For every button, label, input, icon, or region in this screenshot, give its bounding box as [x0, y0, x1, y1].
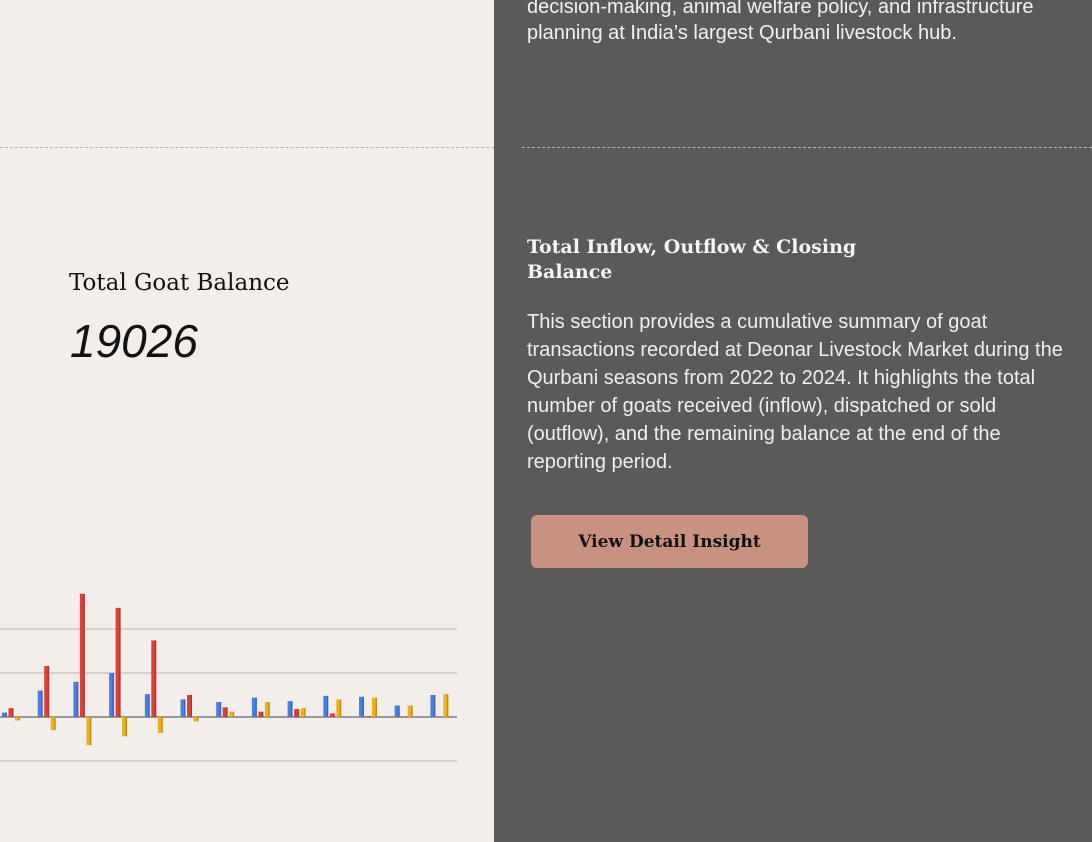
- chart-bar: [44, 665, 50, 717]
- chart-bar: [443, 694, 449, 717]
- chart-bar: [372, 697, 377, 717]
- chart-bar: [264, 702, 270, 717]
- chart-bar: [222, 707, 228, 717]
- chart-bar: [37, 690, 43, 717]
- chart-bar: [109, 673, 115, 717]
- chart-bar: [294, 709, 300, 717]
- chart-bar: [216, 702, 222, 717]
- stats-panel: Total Goat Balance 19026: [0, 0, 494, 842]
- section-description: This section provides a cumulative summa…: [527, 311, 1063, 473]
- view-detail-insight-button[interactable]: View Detail Insight: [531, 515, 808, 568]
- chart-bar: [430, 695, 436, 717]
- chart-bar: [323, 695, 329, 717]
- chart-bar: [407, 705, 413, 717]
- chart-bar: [359, 696, 364, 717]
- intro-text: decision-making, animal welfare policy, …: [527, 0, 1034, 44]
- chart-bar: [187, 695, 192, 717]
- chart-bar: [79, 593, 85, 717]
- section-divider: [0, 147, 494, 148]
- section-title: Total Inflow, Outflow & Closing Balance: [527, 236, 857, 283]
- stat-value: 19026: [70, 315, 198, 367]
- chart-bar: [329, 713, 335, 717]
- balance-bar-chart: [0, 593, 457, 762]
- chart-bar: [401, 717, 407, 718]
- chart-bar: [50, 717, 56, 731]
- chart-bar: [193, 717, 199, 722]
- chart-bar: [8, 708, 14, 717]
- chart-bar: [436, 717, 442, 718]
- chart-bar: [287, 701, 293, 717]
- chart-bar: [157, 717, 163, 733]
- chart-bar: [86, 717, 92, 746]
- chart-bar: [300, 708, 306, 717]
- page: Total Goat Balance 19026 decision-making…: [0, 0, 1092, 842]
- chart-bar: [336, 699, 342, 717]
- chart-bar: [258, 711, 264, 717]
- chart-bar: [151, 640, 157, 717]
- stat-label: Total Goat Balance: [69, 270, 290, 296]
- chart-bar: [2, 712, 7, 717]
- chart-bar: [115, 607, 121, 717]
- description-panel: decision-making, animal welfare policy, …: [494, 0, 1092, 842]
- chart-bar: [73, 681, 79, 717]
- chart-bar: [122, 717, 128, 737]
- section-divider: [522, 147, 1092, 148]
- chart-bar: [144, 694, 150, 717]
- chart-bar: [229, 711, 235, 717]
- chart-bar: [15, 717, 20, 721]
- chart-bar: [394, 705, 400, 717]
- chart-bar: [365, 716, 371, 717]
- chart-bar: [180, 699, 186, 717]
- chart-bar: [251, 697, 257, 717]
